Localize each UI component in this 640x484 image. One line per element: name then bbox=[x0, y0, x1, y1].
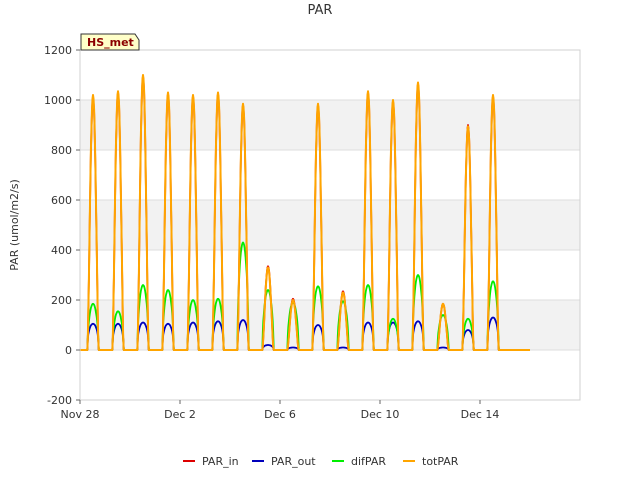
y-tick-label: 800 bbox=[51, 144, 72, 157]
peak-point bbox=[117, 90, 119, 93]
legend-item-totpar: totPAR bbox=[403, 455, 459, 468]
station-tag-label: HS_met bbox=[87, 36, 134, 49]
y-tick-label: 1200 bbox=[44, 44, 72, 57]
station-tag: HS_met bbox=[80, 33, 140, 51]
x-tick-label: Dec 6 bbox=[264, 408, 296, 421]
peak-point bbox=[267, 266, 269, 269]
x-axis: Nov 28 Dec 2 Dec 6 Dec 10 Dec 14 bbox=[61, 400, 500, 421]
peak-point bbox=[367, 90, 369, 93]
legend-label: PAR_in bbox=[202, 455, 239, 468]
grid-bands bbox=[80, 100, 580, 350]
y-tick-label: 200 bbox=[51, 294, 72, 307]
y-axis-label: PAR (umol/m2/s) bbox=[8, 179, 21, 271]
x-tick-label: Dec 10 bbox=[361, 408, 400, 421]
y-tick-label: -200 bbox=[47, 394, 72, 407]
grid-band bbox=[80, 200, 580, 250]
y-tick-label: 1000 bbox=[44, 94, 72, 107]
legend: PAR_in PAR_out difPAR totPAR bbox=[183, 455, 459, 468]
peak-point bbox=[492, 94, 494, 96]
peak-point bbox=[417, 81, 419, 84]
peak-point bbox=[442, 302, 444, 305]
peak-point bbox=[342, 291, 344, 294]
peak-point bbox=[317, 102, 319, 105]
peak-point bbox=[292, 299, 294, 301]
legend-item-par-out: PAR_out bbox=[252, 455, 316, 468]
peak-point bbox=[242, 102, 244, 105]
y-tick-label: 600 bbox=[51, 194, 72, 207]
legend-item-par-in: PAR_in bbox=[183, 455, 239, 468]
peak-point bbox=[142, 74, 144, 76]
peak-point bbox=[167, 91, 169, 94]
grid-band bbox=[80, 100, 580, 150]
y-axis: -200 0 200 400 600 800 1000 1200 bbox=[44, 44, 80, 407]
peak-point bbox=[392, 99, 394, 101]
peak-point bbox=[467, 125, 469, 128]
chart-title: PAR bbox=[308, 3, 333, 18]
peak-point bbox=[217, 91, 219, 94]
legend-item-difpar: difPAR bbox=[332, 455, 386, 468]
legend-label: PAR_out bbox=[271, 455, 316, 468]
par-chart: PAR -200 0 200 400 600 800 1000 1200 Nov 28 Dec … bbox=[8, 3, 581, 468]
y-tick-label: 400 bbox=[51, 244, 72, 257]
y-tick-label: 0 bbox=[65, 344, 72, 357]
peak-point bbox=[192, 94, 194, 96]
x-tick-label: Dec 2 bbox=[164, 408, 196, 421]
legend-label: totPAR bbox=[422, 455, 459, 468]
x-tick-label: Dec 14 bbox=[461, 408, 500, 421]
plot-area bbox=[79, 49, 581, 401]
x-tick-label: Nov 28 bbox=[61, 408, 100, 421]
legend-label: difPAR bbox=[351, 455, 386, 468]
grid-band bbox=[80, 300, 580, 350]
peak-point bbox=[92, 94, 94, 96]
